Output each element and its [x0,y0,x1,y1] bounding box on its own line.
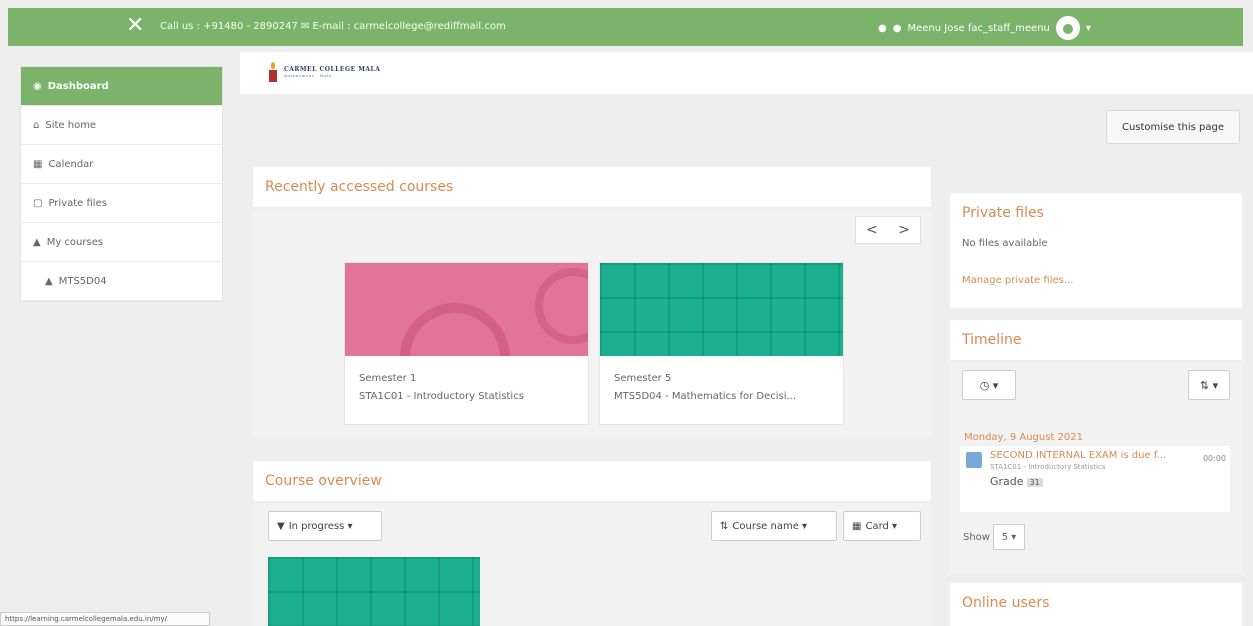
top-bar: ✕ Call us : +91480 - 2890247 ✉ E-mail : … [8,8,1243,46]
file-icon: ▢ [33,197,43,209]
filter-icon: ▼ [277,520,285,532]
progress-filter-label: In progress ▾ [288,520,353,532]
show-label: Show [963,531,990,543]
nav-item-label: Private files [48,197,107,209]
private-files-body: No files available Manage private files.… [950,222,1242,308]
chevron-down-icon[interactable]: ▾ [1086,23,1091,34]
sort-icon: ⇅ [720,520,729,532]
online-users-header: Online users [950,583,1242,626]
timeline-title: Timeline [962,332,1022,348]
nav-item-label: Calendar [48,158,94,170]
home-icon: ⌂ [33,119,40,131]
show-count-dropdown[interactable]: 5 ▾ [992,524,1025,550]
chevron-right-icon[interactable]: > [898,222,910,238]
recent-courses-title: Recently accessed courses [265,179,454,195]
logo-subtitle: Autonomous · Mala [284,73,332,78]
course-tile-image[interactable] [268,557,480,626]
chevron-left-icon[interactable]: < [866,222,878,238]
course-name[interactable]: STA1C01 - Introductory Statistics [359,388,574,406]
show-count: Show 5 ▾ [963,524,1025,550]
nav-item-my-courses[interactable]: ▲ My courses [21,223,222,262]
nav-item-calendar[interactable]: ▦ Calendar [21,145,222,184]
nav-item-dashboard[interactable]: ◉ Dashboard [21,67,222,106]
user-menu[interactable]: ● ● Meenu Jose fac_staff_meenu ▾ [878,16,1091,40]
graduation-cap-icon: ▲ [33,236,41,248]
nav-item-label: MTS5D04 [58,275,107,287]
nav-item-label: My courses [46,236,104,248]
timeline-event: SECOND INTERNAL EXAM is due f... 00:00 S… [960,446,1230,512]
graduation-cap-icon: ▲ [45,275,53,287]
online-users-title: Online users [962,595,1050,611]
notification-icon[interactable]: ● [878,23,887,34]
calendar-icon: ▦ [33,158,43,170]
logo-name: CARMEL COLLEGE MALA [284,66,381,73]
message-icon[interactable]: ● [893,23,902,34]
grade-label: Grade [990,475,1024,488]
timeline-header: Timeline [950,320,1242,360]
college-logo[interactable]: CARMEL COLLEGE MALA Autonomous · Mala [268,62,380,82]
view-label: Card ▾ [865,520,898,532]
progress-filter-dropdown[interactable]: ▼ In progress ▾ [268,511,382,541]
course-image[interactable] [600,263,843,356]
user-name[interactable]: Meenu Jose fac_staff_meenu [907,23,1049,34]
course-image[interactable] [345,263,588,356]
event-title[interactable]: SECOND INTERNAL EXAM is due f... [990,450,1226,461]
dashboard-icon: ◉ [33,80,42,92]
nav-item-private-files[interactable]: ▢ Private files [21,184,222,223]
sort-label: Course name ▾ [732,520,808,532]
status-bar-url: https://learning.carmelcollegemala.edu.i… [0,612,210,626]
course-overview-title: Course overview [265,473,382,489]
private-files-title: Private files [962,205,1044,221]
timeline-filter-dropdown[interactable]: ◷ ▾ [962,370,1016,400]
course-category: Semester 5 [614,373,672,384]
view-dropdown[interactable]: ▦ Card ▾ [843,511,921,541]
course-name[interactable]: MTS5D04 - Mathematics for Decisi... [614,388,829,406]
course-card[interactable]: Semester 1 STA1C01 - Introductory Statis… [344,262,589,425]
nav-item-course[interactable]: ▲ MTS5D04 [21,262,222,301]
left-navigation: ◉ Dashboard ⌂ Site home ▦ Calendar ▢ Pri… [20,66,223,302]
event-time: 00:00 [1202,454,1226,463]
carousel-pager: < > [855,216,921,244]
course-category: Semester 1 [359,373,417,384]
timeline-sort-dropdown[interactable]: ⇅ ▾ [1188,370,1230,400]
no-files-text: No files available [962,238,1048,249]
course-overview-header: Course overview [253,461,931,501]
nav-item-label: Dashboard [47,80,109,92]
customise-page-button[interactable]: Customise this page [1106,110,1240,144]
recent-courses-header: Recently accessed courses [253,167,931,207]
contact-info: Call us : +91480 - 2890247 ✉ E-mail : ca… [160,21,506,32]
timeline-date: Monday, 9 August 2021 [964,432,1083,443]
close-icon[interactable]: ✕ [126,14,144,38]
logo-strip: CARMEL COLLEGE MALA Autonomous · Mala [240,52,1253,94]
course-card[interactable]: Semester 5 MTS5D04 - Mathematics for Dec… [599,262,844,425]
manage-files-link[interactable]: Manage private files... [962,275,1230,286]
avatar[interactable] [1055,16,1080,40]
nav-item-site-home[interactable]: ⌂ Site home [21,106,222,145]
assignment-icon [966,452,982,468]
grade-count-badge: 31 [1026,478,1043,487]
sort-dropdown[interactable]: ⇅ Course name ▾ [711,511,837,541]
grade-action[interactable]: Grade 31 [990,475,1226,488]
event-course: STA1C01 - Introductory Statistics [990,463,1106,471]
lamp-icon [268,62,278,82]
grid-icon: ▦ [852,520,862,532]
nav-item-label: Site home [45,119,97,131]
